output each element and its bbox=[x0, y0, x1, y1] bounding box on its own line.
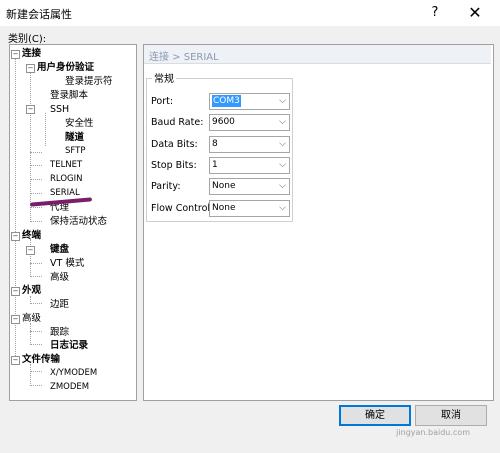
chevron-down-icon: ⌵ bbox=[279, 160, 286, 170]
collapse-icon[interactable]: − bbox=[11, 356, 20, 365]
tree-item-appearance[interactable]: 外观 bbox=[22, 284, 41, 297]
data-bits-label: Data Bits: bbox=[151, 139, 198, 150]
cancel-button[interactable]: 取消 bbox=[415, 405, 487, 426]
tree-item-tracking[interactable]: 跟踪 bbox=[50, 326, 69, 339]
tree-item-sftp[interactable]: SFTP bbox=[65, 145, 85, 158]
chevron-down-icon: ⌵ bbox=[279, 181, 286, 191]
flow-control-select[interactable]: None ⌵ bbox=[209, 200, 290, 217]
chevron-down-icon: ⌵ bbox=[279, 117, 286, 127]
ok-button[interactable]: 确定 bbox=[339, 405, 411, 426]
data-bits-value: 8 bbox=[212, 139, 218, 149]
tree-item-zmodem[interactable]: ZMODEM bbox=[50, 381, 89, 394]
parity-select[interactable]: None ⌵ bbox=[209, 178, 290, 195]
flow-control-label: Flow Control: bbox=[151, 203, 214, 214]
category-tree[interactable]: − 连接 − 用户身份验证 登录提示符 登录脚本 − SSH 安全性 隧道 SF… bbox=[9, 44, 137, 401]
tree-item-keepalive[interactable]: 保持活动状态 bbox=[50, 215, 107, 228]
tree-item-vt-mode[interactable]: VT 模式 bbox=[50, 257, 84, 270]
chevron-down-icon: ⌵ bbox=[279, 203, 286, 213]
tree-item-auth[interactable]: 用户身份验证 bbox=[37, 61, 94, 74]
tree-item-tunnel[interactable]: 隧道 bbox=[65, 131, 84, 144]
tree-item-terminal[interactable]: 终端 bbox=[22, 229, 41, 242]
port-value: COM3 bbox=[212, 95, 241, 107]
stop-bits-select[interactable]: 1 ⌵ bbox=[209, 157, 290, 174]
port-label: Port: bbox=[151, 96, 174, 107]
port-select[interactable]: COM3 ⌵ bbox=[209, 93, 290, 110]
breadcrumb-text: 连接 > SERIAL bbox=[149, 52, 219, 63]
collapse-icon[interactable]: − bbox=[11, 287, 20, 296]
baud-rate-value: 9600 bbox=[212, 117, 235, 127]
flow-control-value: None bbox=[212, 203, 236, 213]
collapse-icon[interactable]: − bbox=[11, 232, 20, 241]
category-label: 类别(C): bbox=[8, 34, 47, 45]
collapse-icon[interactable]: − bbox=[11, 50, 20, 59]
group-title: 常规 bbox=[152, 70, 176, 85]
parity-value: None bbox=[212, 181, 236, 191]
baud-rate-label: Baud Rate: bbox=[151, 117, 204, 128]
baud-rate-select[interactable]: 9600 ⌵ bbox=[209, 114, 290, 131]
title-bar: 新建会话属性 ? ✕ bbox=[0, 0, 500, 26]
watermark: jingyan.baidu.com bbox=[396, 428, 470, 437]
tree-item-telnet[interactable]: TELNET bbox=[50, 159, 82, 172]
collapse-icon[interactable]: − bbox=[11, 315, 20, 324]
data-bits-select[interactable]: 8 ⌵ bbox=[209, 136, 290, 153]
tree-item-file-transfer[interactable]: 文件传输 bbox=[22, 353, 60, 366]
chevron-down-icon: ⌵ bbox=[279, 96, 286, 106]
parity-label: Parity: bbox=[151, 181, 181, 192]
collapse-icon[interactable]: − bbox=[26, 105, 35, 114]
collapse-icon[interactable]: − bbox=[26, 246, 35, 255]
stop-bits-value: 1 bbox=[212, 160, 218, 170]
tree-item-advanced[interactable]: 高级 bbox=[22, 312, 41, 325]
chevron-down-icon: ⌵ bbox=[279, 139, 286, 149]
tree-item-logging[interactable]: 日志记录 bbox=[50, 339, 88, 352]
tree-item-advanced-terminal[interactable]: 高级 bbox=[50, 271, 69, 284]
tree-item-xymodem[interactable]: X/YMODEM bbox=[50, 367, 97, 380]
tree-item-connection[interactable]: 连接 bbox=[22, 47, 41, 60]
help-button[interactable]: ? bbox=[418, 0, 452, 26]
tree-item-login-prompts[interactable]: 登录提示符 bbox=[65, 75, 113, 88]
tree-item-security[interactable]: 安全性 bbox=[65, 117, 94, 130]
breadcrumb: 连接 > SERIAL bbox=[144, 45, 491, 64]
collapse-icon[interactable]: − bbox=[26, 64, 35, 73]
tree-item-keyboard[interactable]: 键盘 bbox=[50, 243, 69, 256]
stop-bits-label: Stop Bits: bbox=[151, 160, 197, 171]
tree-item-ssh[interactable]: SSH bbox=[50, 103, 69, 116]
window-title: 新建会话属性 bbox=[6, 8, 72, 21]
tree-item-margins[interactable]: 边距 bbox=[50, 298, 69, 311]
tree-item-login-script[interactable]: 登录脚本 bbox=[50, 89, 88, 102]
close-button[interactable]: ✕ bbox=[458, 0, 492, 26]
tree-item-rlogin[interactable]: RLOGIN bbox=[50, 173, 82, 186]
